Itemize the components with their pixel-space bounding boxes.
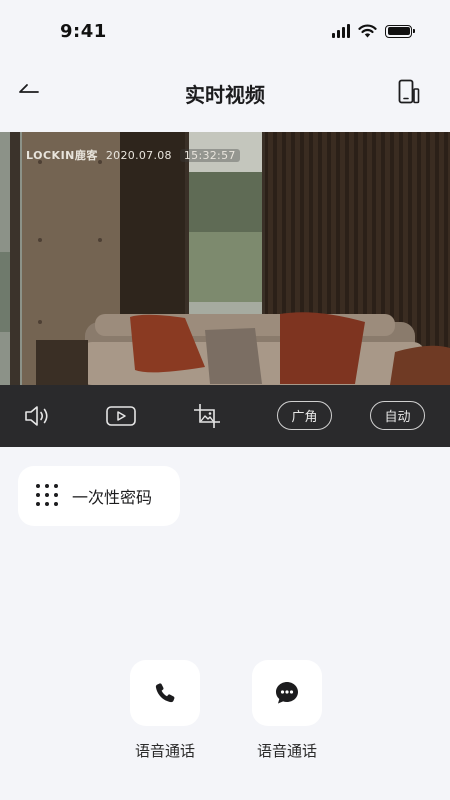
watermark-time: 15:32:57 — [179, 148, 240, 162]
wifi-icon — [358, 24, 377, 38]
one-time-password-button[interactable]: 一次性密码 — [18, 466, 180, 526]
phone-icon — [155, 683, 175, 703]
device-switch-button[interactable] — [394, 76, 424, 108]
nav-bar: 实时视频 — [0, 60, 450, 124]
page-title: 实时视频 — [185, 83, 265, 107]
speaker-icon — [25, 406, 48, 426]
speaker-button[interactable] — [20, 399, 54, 433]
one-time-password-label: 一次性密码 — [72, 488, 153, 507]
live-video-feed[interactable]: LOCKIN鹿客 2020.07.08 15:32:57 — [0, 132, 450, 385]
video-frame — [0, 132, 450, 385]
battery-icon — [385, 24, 415, 38]
voice-call-button[interactable]: 语音通话 — [129, 660, 201, 761]
status-bar: 9:41 — [0, 0, 450, 60]
cellular-signal-icon — [332, 24, 350, 38]
wide-angle-button[interactable]: 广角 — [277, 401, 332, 430]
screenshot-button[interactable] — [190, 399, 224, 433]
device-icon — [398, 79, 420, 104]
keypad-icon — [36, 484, 60, 508]
voice-message-icon-button[interactable] — [252, 660, 322, 726]
watermark-date: 2020.07.08 — [105, 148, 172, 162]
voice-message-label: 语音通话 — [256, 742, 317, 760]
watermark-brand: LOCKIN鹿客 — [26, 149, 98, 162]
record-video-icon — [106, 406, 136, 426]
voice-call-icon-button[interactable] — [130, 660, 200, 726]
video-watermark: LOCKIN鹿客 2020.07.08 15:32:57 — [26, 147, 240, 163]
auto-quality-button[interactable]: 自动 — [370, 401, 425, 430]
voice-call-label: 语音通话 — [134, 742, 195, 760]
video-control-bar: 广角 自动 — [0, 385, 450, 447]
status-icons — [332, 24, 415, 38]
screenshot-icon — [194, 404, 220, 428]
chat-bubble-icon — [276, 682, 298, 704]
record-button[interactable] — [104, 399, 138, 433]
status-time: 9:41 — [60, 21, 107, 42]
voice-message-button[interactable]: 语音通话 — [251, 660, 323, 761]
